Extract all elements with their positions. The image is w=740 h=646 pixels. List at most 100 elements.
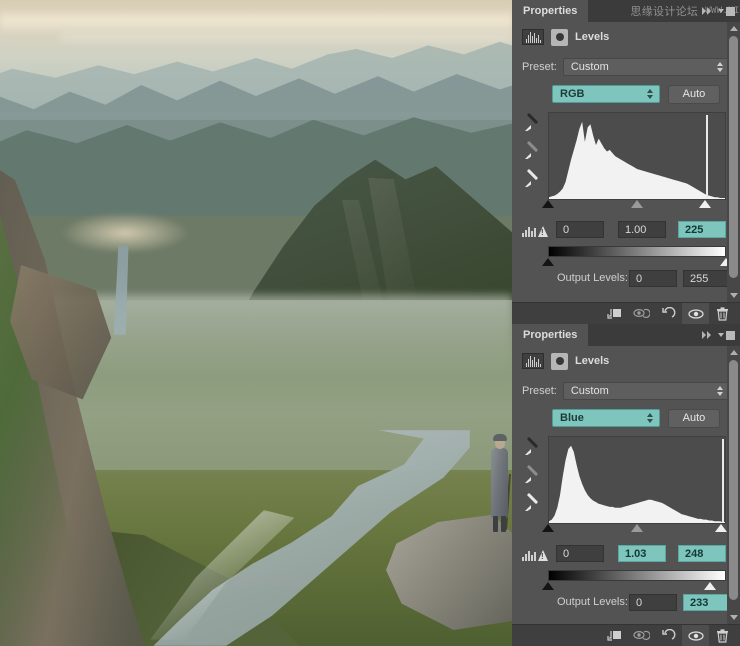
set-black-point-eyedropper-icon[interactable] [523, 438, 541, 456]
view-previous-state-button-2[interactable] [628, 625, 655, 646]
mini-histogram-icon [522, 550, 536, 561]
input-black-field-1[interactable]: 0 [556, 221, 604, 238]
scroll-thumb-1[interactable] [729, 36, 738, 278]
input-gamma-slider-2[interactable] [631, 524, 643, 532]
channel-stepper-icon-2 [647, 413, 653, 423]
person-coat [491, 448, 508, 518]
adjustment-title-1: Levels [575, 31, 610, 43]
output-gradient-row-1 [512, 246, 740, 266]
delete-button-1[interactable] [709, 303, 736, 324]
output-black-field-2[interactable]: 0 [629, 594, 677, 611]
channel-select-2[interactable]: Blue [552, 409, 660, 427]
view-previous-state-button-1[interactable] [628, 303, 655, 324]
watermark-chinese: 思缘设计论坛 [630, 5, 699, 18]
input-white-field-1[interactable]: 225 [678, 221, 726, 238]
scroll-down-arrow-1[interactable] [730, 293, 738, 298]
tabbar-empty-area-1: 思缘设计论坛 WWW.MISSYUAN.COM [588, 0, 740, 22]
preset-stepper-icon-2 [717, 386, 723, 396]
set-white-point-eyedropper-icon[interactable] [523, 494, 541, 512]
panel-controls-1 [702, 0, 735, 22]
clip-to-layer-button-2[interactable] [601, 625, 628, 646]
delete-button-2[interactable] [709, 625, 736, 646]
histogram-warning-icon-1[interactable] [522, 221, 552, 237]
toggle-visibility-button-2[interactable] [682, 625, 709, 646]
output-black-slider-2[interactable] [542, 582, 554, 590]
histogram-svg-1 [549, 121, 725, 199]
auto-button-2[interactable]: Auto [668, 408, 720, 428]
histogram-warning-icon-2[interactable] [522, 545, 552, 561]
reset-icon [662, 307, 676, 318]
reset-button-1[interactable] [655, 303, 682, 324]
eye-icon [687, 630, 704, 641]
output-black-slider-1[interactable] [542, 258, 554, 266]
toggle-visibility-button-1[interactable] [682, 303, 709, 324]
input-white-slider-2[interactable] [714, 524, 727, 532]
scroll-down-arrow-2[interactable] [730, 615, 738, 620]
auto-label-1: Auto [682, 88, 706, 100]
properties-panel-rgb: Properties 思缘设计论坛 WWW.MISSYUAN.COM L [512, 0, 740, 324]
tab-properties-1[interactable]: Properties [512, 0, 589, 22]
preset-select-2[interactable]: Custom [562, 382, 730, 400]
output-white-field-1[interactable]: 255 [683, 270, 731, 287]
output-white-field-2[interactable]: 233 [683, 594, 731, 611]
channel-select-1[interactable]: RGB [552, 85, 660, 103]
input-gamma-field-2[interactable]: 1.03 [618, 545, 666, 562]
white-clip-line-2 [721, 439, 724, 523]
image-canvas[interactable] [0, 0, 512, 646]
output-black-field-1[interactable]: 0 [629, 270, 677, 287]
set-black-point-eyedropper-icon[interactable] [523, 114, 541, 132]
tab-properties-2[interactable]: Properties [512, 324, 589, 346]
scroll-thumb-2[interactable] [729, 360, 738, 600]
panel-header-2: Levels [512, 346, 740, 376]
panel-scrollbar-2[interactable] [727, 346, 740, 624]
preset-label-2: Preset: [522, 385, 557, 397]
panel-footer-1 [512, 302, 740, 324]
input-black-slider-1[interactable] [542, 200, 554, 208]
person-figure [487, 428, 512, 534]
output-white-slider-2[interactable] [704, 582, 716, 590]
preset-stepper-icon-1 [717, 62, 723, 72]
channel-value-2: Blue [560, 412, 584, 424]
trash-icon [717, 628, 728, 643]
input-black-field-2[interactable]: 0 [556, 545, 604, 562]
input-black-slider-2[interactable] [542, 524, 554, 532]
reset-button-2[interactable] [655, 625, 682, 646]
layer-mask-icon[interactable] [551, 352, 568, 370]
warning-triangle-icon [538, 226, 548, 237]
input-white-slider-1[interactable] [698, 200, 711, 208]
scroll-up-arrow-1[interactable] [730, 26, 738, 31]
mini-histogram-icon [522, 226, 536, 237]
set-gray-point-eyedropper-icon[interactable] [523, 466, 541, 484]
output-levels-row-1: Output Levels: 0 255 [512, 270, 740, 290]
preset-row-2: Preset: Custom [512, 380, 740, 402]
sky-cloud-streak-2 [60, 30, 512, 44]
input-gamma-field-1[interactable]: 1.00 [618, 221, 666, 238]
panel-footer-2 [512, 624, 740, 646]
clip-to-layer-button-1[interactable] [601, 303, 628, 324]
levels-adjustment-icon [522, 353, 544, 369]
histogram-1[interactable] [548, 112, 726, 200]
tabbar-empty-area-2 [588, 324, 740, 346]
panel-controls-2 [702, 324, 735, 346]
set-gray-point-eyedropper-icon[interactable] [523, 142, 541, 160]
layer-mask-icon[interactable] [551, 28, 568, 46]
channel-row-2: Blue Auto [512, 408, 740, 428]
eyedropper-group-2 [523, 438, 541, 512]
histogram-block-1 [512, 110, 740, 218]
input-values-row-2: 0 1.03 248 [512, 544, 740, 564]
panel-menu-icon[interactable] [718, 330, 735, 340]
panel-scrollbar-1[interactable] [727, 22, 740, 302]
panel-menu-icon[interactable] [718, 6, 735, 16]
set-white-point-eyedropper-icon[interactable] [523, 170, 541, 188]
adjustment-title-2: Levels [575, 355, 610, 367]
view-previous-state-icon [633, 308, 650, 319]
input-white-field-2[interactable]: 248 [678, 545, 726, 562]
histogram-2[interactable] [548, 436, 726, 524]
input-gamma-slider-1[interactable] [631, 200, 643, 208]
collapse-chevrons-icon[interactable] [702, 331, 711, 339]
preset-select-1[interactable]: Custom [562, 58, 730, 76]
auto-button-1[interactable]: Auto [668, 84, 720, 104]
scroll-up-arrow-2[interactable] [730, 350, 738, 355]
reset-icon [662, 629, 676, 640]
collapse-chevrons-icon[interactable] [702, 7, 711, 15]
